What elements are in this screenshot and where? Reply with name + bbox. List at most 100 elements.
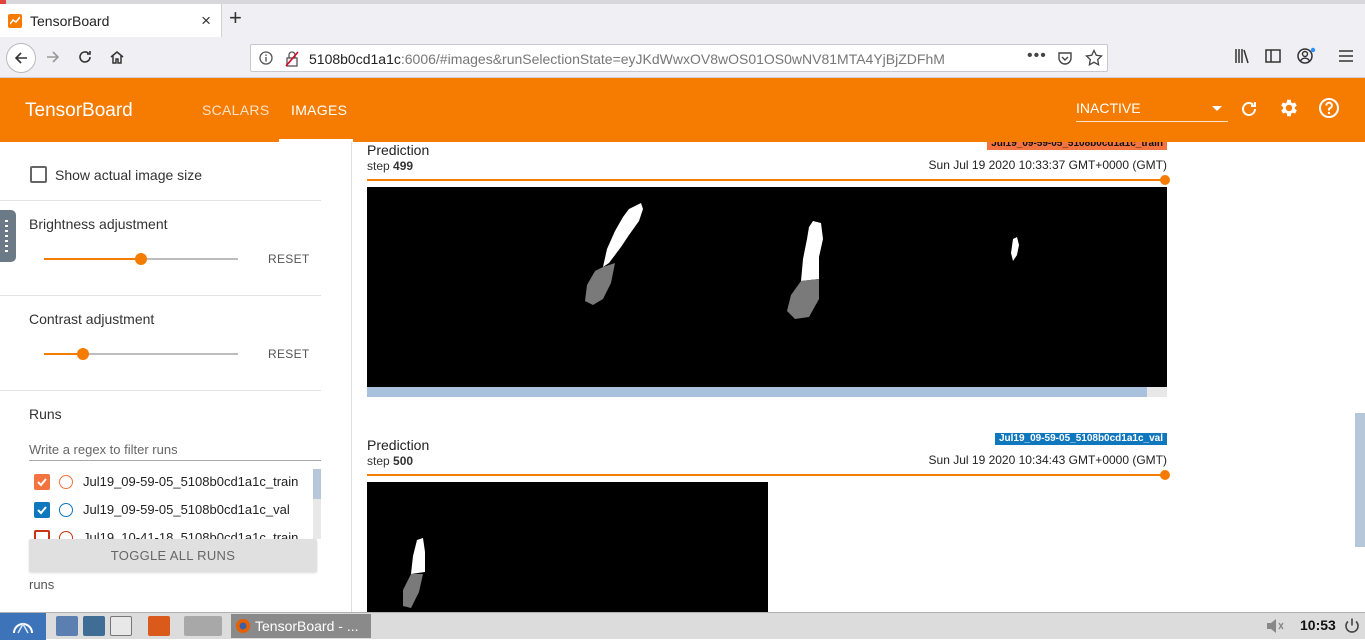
- brightness-slider[interactable]: [44, 253, 238, 265]
- run-color-ring-icon: [59, 475, 73, 489]
- run-color-ring-icon: [59, 531, 73, 539]
- step-slider[interactable]: [367, 175, 1170, 185]
- image-horizontal-scrollbar[interactable]: [367, 387, 1167, 397]
- volume-muted-icon[interactable]: [1265, 618, 1285, 634]
- arrow-right-icon: [47, 51, 60, 63]
- card-timestamp: Sun Jul 19 2020 10:34:43 GMT+0000 (GMT): [928, 453, 1167, 467]
- toggle-all-runs-button[interactable]: TOGGLE ALL RUNS: [29, 539, 317, 572]
- divider: [0, 390, 321, 391]
- divider: [0, 200, 321, 201]
- refresh-icon[interactable]: [1238, 98, 1260, 120]
- window-icon[interactable]: [110, 616, 132, 636]
- os-taskbar: TensorBoard - ... 10:53: [0, 612, 1365, 640]
- back-button[interactable]: [6, 43, 36, 73]
- tab-images[interactable]: IMAGES: [291, 102, 347, 118]
- browser-tab[interactable]: TensorBoard ×: [0, 4, 222, 37]
- scrollbar-thumb[interactable]: [313, 469, 321, 499]
- run-name: Jul19_10-41-18_5108b0cd1a1c_train: [83, 530, 299, 539]
- run-checkbox[interactable]: [34, 502, 50, 518]
- run-name: Jul19_09-59-05_5108b0cd1a1c_train: [83, 474, 299, 489]
- sidebar-drag-handle[interactable]: [0, 210, 16, 262]
- home-icon: [110, 51, 124, 64]
- clock: 10:53: [1300, 617, 1336, 633]
- menu-hamburger-icon[interactable]: [1337, 47, 1355, 65]
- sidebar-toggle-icon[interactable]: [1264, 47, 1282, 65]
- prediction-image-content: [585, 203, 1019, 319]
- account-icon[interactable]: [1296, 47, 1316, 65]
- card-title: Prediction: [367, 142, 430, 158]
- card-title: Prediction: [367, 437, 430, 453]
- brightness-title: Brightness adjustment: [29, 216, 168, 232]
- card-step: step 499: [367, 159, 413, 173]
- run-item[interactable]: Jul19_09-59-05_5108b0cd1a1c_val: [29, 497, 309, 525]
- prediction-image: [367, 482, 768, 612]
- checkmark-icon: [37, 506, 47, 515]
- contrast-slider[interactable]: [44, 348, 238, 360]
- browser-chrome: TensorBoard × + 5108b0cd1a1c:6006/#image…: [0, 0, 1365, 78]
- url-host: 5108b0cd1a1c: [309, 51, 401, 67]
- run-checkbox[interactable]: [34, 530, 50, 539]
- step-label: step: [367, 454, 390, 468]
- run-checkbox[interactable]: [34, 474, 50, 490]
- main-scrollbar-thumb[interactable]: [1355, 413, 1365, 547]
- desktop-pager-icon[interactable]: [184, 616, 222, 636]
- plugin-select-dropdown[interactable]: INACTIVE: [1076, 100, 1228, 122]
- reload-button[interactable]: [72, 44, 98, 70]
- settings-gear-icon[interactable]: [1278, 97, 1300, 119]
- start-menu-button[interactable]: [0, 613, 46, 640]
- pocket-icon[interactable]: [1057, 50, 1073, 66]
- brightness-reset-button[interactable]: RESET: [268, 252, 310, 266]
- contrast-reset-button[interactable]: RESET: [268, 347, 310, 361]
- tensorboard-favicon-icon: [8, 14, 22, 28]
- network-icon[interactable]: [83, 616, 105, 636]
- app-brand: TensorBoard: [25, 100, 133, 121]
- step-value: 499: [393, 159, 414, 173]
- insecure-lock-icon[interactable]: [285, 51, 299, 67]
- runs-title: Runs: [29, 406, 62, 422]
- run-filter-input[interactable]: [29, 439, 321, 461]
- contrast-slider-knob[interactable]: [76, 348, 89, 360]
- address-bar[interactable]: 5108b0cd1a1c:6006/#images&runSelectionSt…: [250, 44, 1108, 72]
- reload-icon: [79, 51, 91, 63]
- info-icon[interactable]: [259, 51, 273, 65]
- divider: [0, 295, 321, 296]
- bookmark-star-icon[interactable]: [1085, 49, 1103, 67]
- brightness-slider-fill: [44, 258, 141, 260]
- run-list: Jul19_09-59-05_5108b0cd1a1c_train Jul19_…: [29, 469, 321, 539]
- step-slider-knob[interactable]: [1160, 175, 1170, 185]
- start-logo-icon: [13, 622, 33, 634]
- runs-footer-label: runs: [29, 577, 55, 592]
- run-name: Jul19_09-59-05_5108b0cd1a1c_val: [83, 502, 290, 517]
- checkbox-box[interactable]: [30, 166, 47, 183]
- power-icon[interactable]: [1343, 617, 1361, 635]
- page-actions-icon[interactable]: •••: [1027, 47, 1047, 65]
- arrow-left-icon: [14, 52, 27, 64]
- scrollbar-thumb[interactable]: [367, 387, 1147, 397]
- home-button[interactable]: [104, 44, 130, 70]
- file-manager-icon[interactable]: [56, 616, 78, 636]
- close-tab-icon[interactable]: ×: [201, 11, 211, 31]
- checkmark-icon: [37, 478, 47, 487]
- help-icon[interactable]: [1318, 97, 1340, 119]
- forward-button[interactable]: [40, 44, 66, 70]
- prediction-image: [367, 187, 1167, 387]
- step-value: 500: [393, 454, 414, 468]
- firefox-launcher-icon[interactable]: [148, 616, 170, 636]
- url-text[interactable]: 5108b0cd1a1c:6006/#images&runSelectionSt…: [309, 51, 999, 67]
- run-list-scrollbar[interactable]: [313, 469, 321, 539]
- run-color-ring-icon: [59, 503, 73, 517]
- taskbar-window-tensorboard[interactable]: TensorBoard - ...: [231, 614, 371, 638]
- step-slider[interactable]: [367, 470, 1170, 480]
- run-item[interactable]: Jul19_09-59-05_5108b0cd1a1c_train: [29, 469, 309, 497]
- show-actual-size-label: Show actual image size: [55, 167, 203, 183]
- run-badge: Jul19_09-59-05_5108b0cd1a1c_train: [987, 142, 1167, 150]
- step-slider-knob[interactable]: [1160, 470, 1170, 480]
- new-tab-icon[interactable]: +: [229, 7, 242, 29]
- library-icon[interactable]: [1233, 47, 1251, 65]
- tab-scalars[interactable]: SCALARS: [202, 102, 269, 118]
- chevron-down-icon: [1212, 106, 1222, 111]
- run-item[interactable]: Jul19_10-41-18_5108b0cd1a1c_train: [29, 525, 309, 539]
- brightness-slider-knob[interactable]: [135, 253, 147, 265]
- firefox-icon: [236, 619, 250, 633]
- step-label: step: [367, 159, 390, 173]
